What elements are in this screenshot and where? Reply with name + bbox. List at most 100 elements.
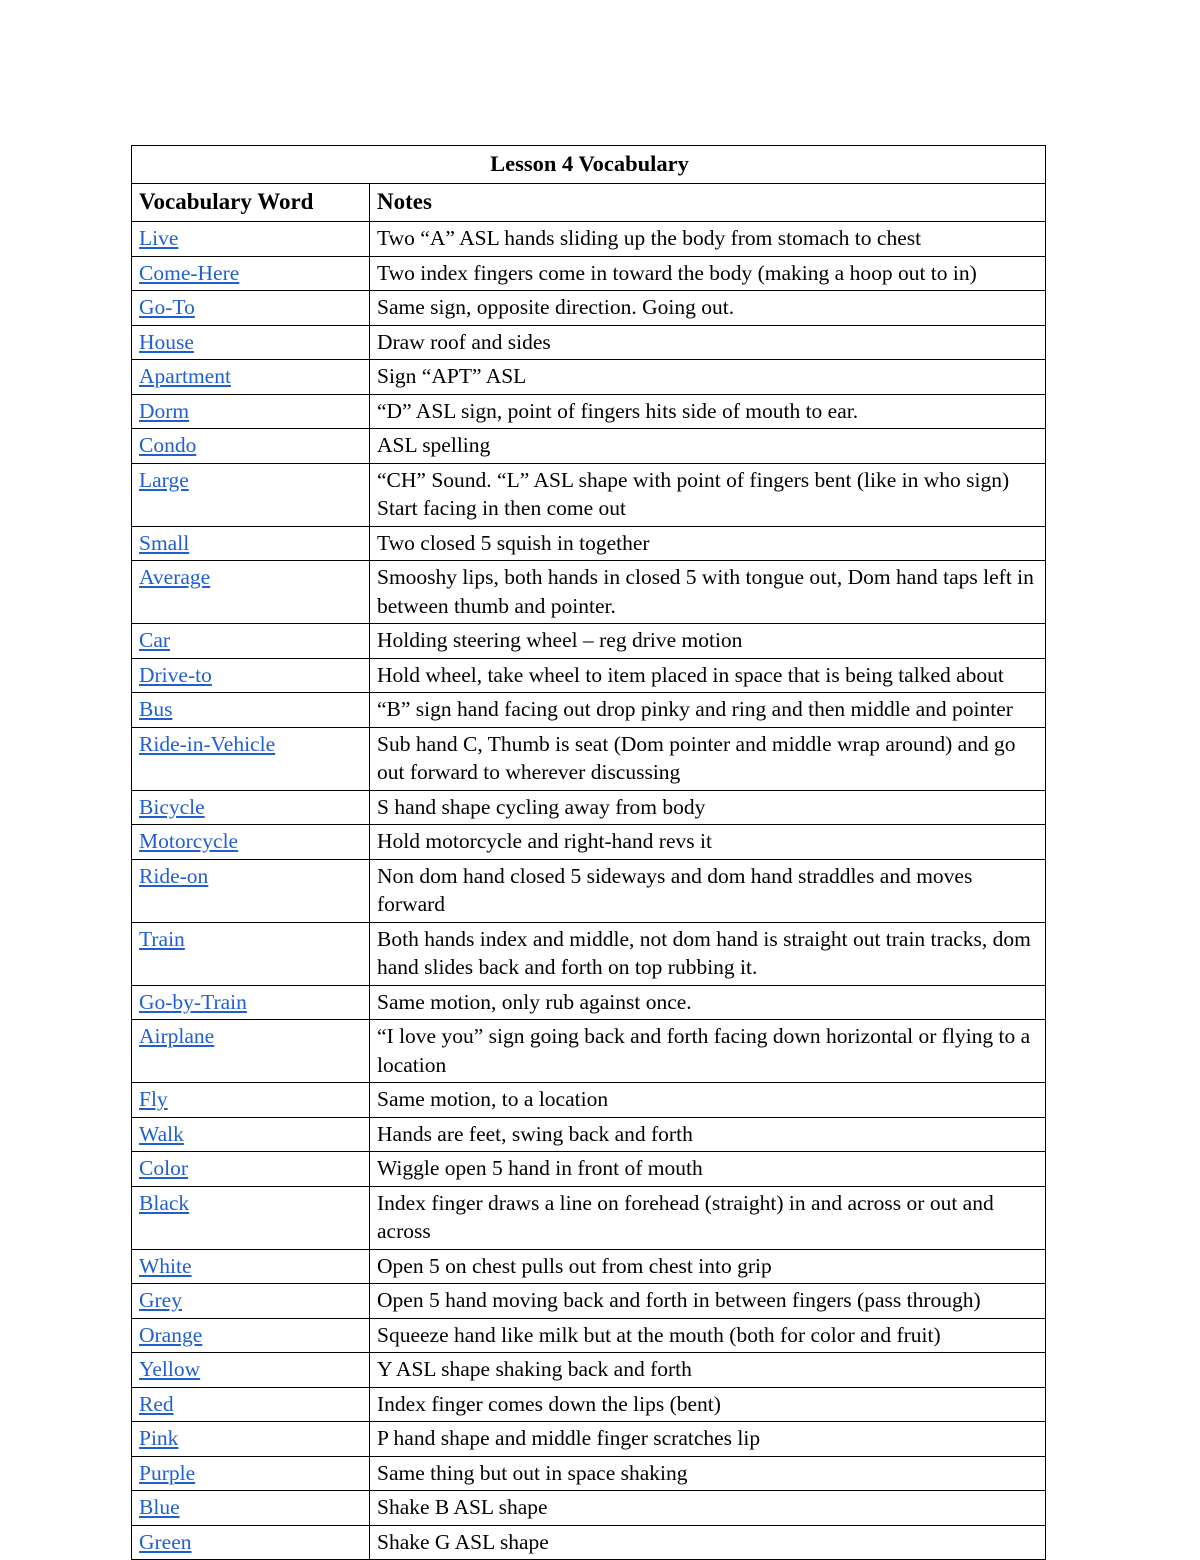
table-row: Drive-to Hold wheel, take wheel to item p… <box>131 657 1046 693</box>
vocabulary-word-cell: Grey <box>131 1283 370 1319</box>
vocabulary-table-body: Lesson 4 Vocabulary Vocabulary Word Note… <box>131 145 1046 1560</box>
vocabulary-word-link[interactable]: Car <box>139 628 170 652</box>
table-row: Green Shake G ASL shape <box>131 1524 1046 1560</box>
vocabulary-word-link[interactable]: Ride-on <box>139 864 208 888</box>
vocabulary-word-link[interactable]: Condo <box>139 433 196 457</box>
vocabulary-word-link[interactable]: Pink <box>139 1426 178 1450</box>
vocabulary-word-cell: Train <box>131 921 370 986</box>
vocabulary-word-link[interactable]: Bicycle <box>139 795 205 819</box>
notes-cell: Holding steering wheel – reg drive motio… <box>369 623 1046 659</box>
table-row: Walk Hands are feet, swing back and forth <box>131 1116 1046 1152</box>
vocabulary-word-link[interactable]: Yellow <box>139 1357 200 1381</box>
column-header-notes: Notes <box>369 183 1046 222</box>
notes-cell: Same sign, opposite direction. Going out… <box>369 290 1046 326</box>
table-row: Purple Same thing but out in space shakin… <box>131 1455 1046 1491</box>
vocabulary-word-cell: Car <box>131 623 370 659</box>
notes-cell: Hold motorcycle and right-hand revs it <box>369 824 1046 860</box>
table-row: Black Index finger draws a line on forehe… <box>131 1185 1046 1250</box>
notes-text: Wiggle open 5 hand in front of mouth <box>377 1156 703 1180</box>
vocabulary-word-link[interactable]: House <box>139 330 194 354</box>
vocabulary-word-link[interactable]: Motorcycle <box>139 829 238 853</box>
table-row: Train Both hands index and middle, not do… <box>131 921 1046 986</box>
vocabulary-word-link[interactable]: Black <box>139 1191 189 1215</box>
vocabulary-word-link[interactable]: Go-To <box>139 295 195 319</box>
table-row: Come-Here Two index fingers come in towar… <box>131 255 1046 291</box>
column-header-vocabulary-word: Vocabulary Word <box>131 183 370 222</box>
notes-text: Same motion, only rub against once. <box>377 989 692 1014</box>
vocabulary-word-cell: Ride-in-Vehicle <box>131 726 370 791</box>
vocabulary-word-link[interactable]: Dorm <box>139 399 189 423</box>
notes-cell: Hands are feet, swing back and forth <box>369 1116 1046 1152</box>
table-row: Average Smooshy lips, both hands in close… <box>131 560 1046 624</box>
vocabulary-word-link[interactable]: Go-by-Train <box>139 990 247 1014</box>
notes-text: “CH” Sound. “L” ASL shape with point of … <box>377 467 1010 521</box>
notes-cell: S hand shape cycling away from body <box>369 789 1046 825</box>
vocabulary-word-link[interactable]: Come-Here <box>139 261 239 285</box>
notes-cell: Hold wheel, take wheel to item placed in… <box>369 657 1046 693</box>
notes-cell: Two index fingers come in toward the bod… <box>369 255 1046 291</box>
vocabulary-word-cell: Bicycle <box>131 789 370 825</box>
notes-cell: Sub hand C, Thumb is seat (Dom pointer a… <box>369 726 1046 791</box>
vocabulary-word-cell: Dorm <box>131 393 370 429</box>
table-row: Ride-on Non dom hand closed 5 sideways an… <box>131 858 1046 923</box>
vocabulary-word-link[interactable]: Red <box>139 1392 174 1416</box>
vocabulary-word-link[interactable]: Ride-in-Vehicle <box>139 732 275 756</box>
table-row: House Draw roof and sides <box>131 324 1046 360</box>
vocabulary-word-cell: Walk <box>131 1116 370 1152</box>
notes-cell: Two “A” ASL hands sliding up the body fr… <box>369 221 1046 257</box>
notes-cell: Open 5 hand moving back and forth in bet… <box>369 1283 1046 1319</box>
table-row: Motorcycle Hold motorcycle and right-hand… <box>131 824 1046 860</box>
notes-text: Y ASL shape shaking back and forth <box>377 1357 692 1381</box>
vocabulary-word-cell: House <box>131 324 370 360</box>
table-row: Live Two “A” ASL hands sliding up the bod… <box>131 221 1046 257</box>
vocabulary-word-link[interactable]: Orange <box>139 1323 202 1347</box>
notes-text: Same thing but out in space shaking <box>377 1460 688 1485</box>
vocabulary-word-cell: Orange <box>131 1317 370 1353</box>
table-row: Go-To Same sign, opposite direction. Goin… <box>131 290 1046 326</box>
vocabulary-word-link[interactable]: Large <box>139 468 189 492</box>
vocabulary-word-cell: Airplane <box>131 1019 370 1083</box>
vocabulary-word-cell: Fly <box>131 1082 370 1118</box>
notes-text: Index finger draws a line on forehead (s… <box>377 1190 994 1244</box>
vocabulary-word-cell: Apartment <box>131 359 370 395</box>
notes-cell: “I love you” sign going back and forth f… <box>369 1019 1046 1083</box>
vocabulary-word-link[interactable]: Fly <box>139 1087 168 1111</box>
vocabulary-word-link[interactable]: Blue <box>139 1495 180 1519</box>
vocabulary-word-cell: Average <box>131 560 370 624</box>
notes-cell: Index finger comes down the lips (bent) <box>369 1386 1046 1422</box>
vocabulary-word-cell: Green <box>131 1524 370 1560</box>
notes-cell: “D” ASL sign, point of fingers hits side… <box>369 393 1046 429</box>
vocabulary-word-cell: Condo <box>131 428 370 464</box>
notes-cell: Draw roof and sides <box>369 324 1046 360</box>
notes-text: “I love you” sign going back and forth f… <box>377 1024 1031 1077</box>
vocabulary-word-link[interactable]: Color <box>139 1156 188 1180</box>
vocabulary-word-link[interactable]: Green <box>139 1530 192 1554</box>
vocabulary-table: Lesson 4 Vocabulary Vocabulary Word Note… <box>131 145 1046 1560</box>
notes-text: Index finger comes down the lips (bent) <box>377 1391 721 1416</box>
table-row: Blue Shake B ASL shape <box>131 1490 1046 1526</box>
vocabulary-word-link[interactable]: Average <box>139 565 210 589</box>
vocabulary-word-link[interactable]: Apartment <box>139 364 231 388</box>
vocabulary-word-cell: Black <box>131 1185 370 1250</box>
notes-cell: Both hands index and middle, not dom han… <box>369 921 1046 986</box>
vocabulary-word-link[interactable]: Train <box>139 927 185 951</box>
vocabulary-word-link[interactable]: Small <box>139 531 189 555</box>
vocabulary-word-cell: Yellow <box>131 1352 370 1388</box>
vocabulary-word-link[interactable]: White <box>139 1254 192 1278</box>
vocabulary-word-link[interactable]: Grey <box>139 1288 182 1312</box>
vocabulary-word-link[interactable]: Purple <box>139 1461 195 1485</box>
notes-cell: Same thing but out in space shaking <box>369 1455 1046 1491</box>
table-row: Apartment Sign “APT” ASL <box>131 359 1046 395</box>
vocabulary-word-link[interactable]: Live <box>139 226 178 250</box>
vocabulary-word-link[interactable]: Airplane <box>139 1024 214 1048</box>
table-title-row: Lesson 4 Vocabulary <box>131 145 1046 184</box>
notes-cell: Open 5 on chest pulls out from chest int… <box>369 1248 1046 1284</box>
notes-text: Non dom hand closed 5 sideways and dom h… <box>377 863 973 917</box>
vocabulary-word-link[interactable]: Drive-to <box>139 663 212 687</box>
notes-cell: Two closed 5 squish in together <box>369 525 1046 561</box>
table-row: Bus “B” sign hand facing out drop pinky a… <box>131 692 1046 728</box>
vocabulary-word-cell: Large <box>131 462 370 527</box>
vocabulary-word-link[interactable]: Bus <box>139 697 172 721</box>
vocabulary-word-link[interactable]: Walk <box>139 1122 184 1146</box>
notes-cell: Non dom hand closed 5 sideways and dom h… <box>369 858 1046 923</box>
